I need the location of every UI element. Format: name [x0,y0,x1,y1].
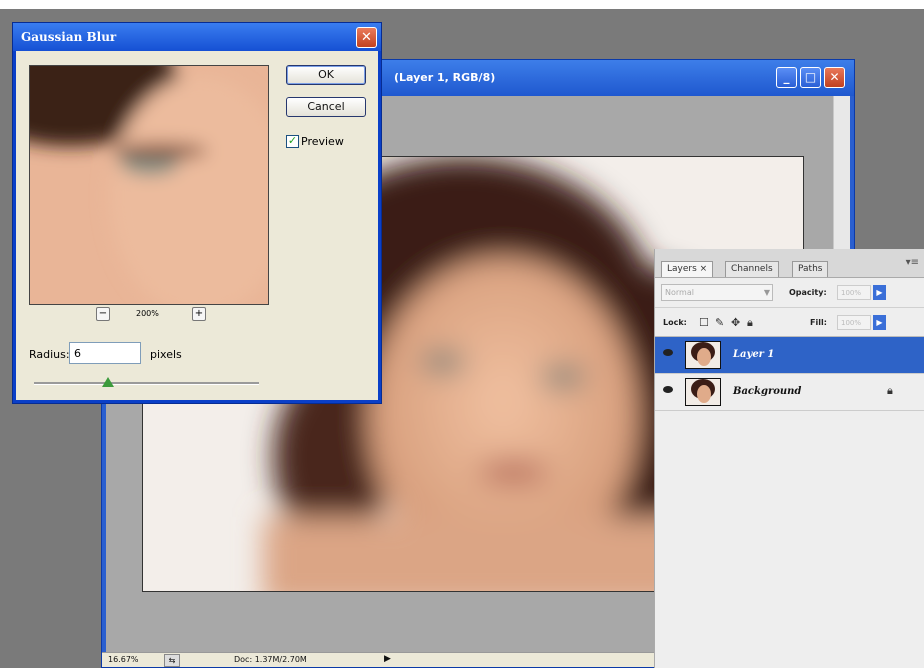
blend-mode-select[interactable]: Normal ▼ [661,284,773,301]
preview-label: Preview [301,135,344,148]
dialog-titlebar[interactable]: Gaussian Blur ✕ [13,23,381,51]
portrait-thumbnail-icon [686,379,720,405]
blend-mode-value: Normal [665,288,694,297]
fill-label: Fill: [810,318,827,327]
chevron-down-icon: ▼ [763,288,770,297]
tab-channels[interactable]: Channels [725,261,779,277]
layer-name[interactable]: Background [733,386,801,397]
opacity-arrow-icon[interactable]: ▶ [873,285,886,300]
panel-tabs: Layers × Channels Paths ▾≡ [655,249,924,278]
layer-thumbnail [685,378,721,406]
cancel-button[interactable]: Cancel [286,97,366,117]
status-arrow-icon[interactable]: ▶ [384,654,391,664]
panel-menu-icon[interactable]: ▾≡ [906,257,919,268]
minimize-button[interactable]: _ [776,67,797,88]
layer-row-background[interactable]: Background 🔒︎ [655,374,924,411]
lock-icon: 🔒︎ [887,384,893,397]
radius-input[interactable] [69,342,141,364]
checkbox-icon[interactable]: ✓ [286,135,299,148]
preview-zoom-controls: − 200% + [96,307,226,323]
opacity-field[interactable]: 100% [837,285,871,300]
lock-move-icon[interactable]: ✥ [731,316,740,329]
opacity-label: Opacity: [789,288,827,297]
eye-icon[interactable] [663,386,673,393]
zoom-out-icon[interactable]: − [96,307,110,321]
preview-image [30,66,268,304]
layer-name[interactable]: Layer 1 [733,349,774,360]
ok-button[interactable]: OK [286,65,366,85]
eye-icon[interactable] [663,349,673,356]
portrait-thumbnail-icon [686,342,720,368]
zoom-level: 200% [136,309,159,318]
dialog-body: − 200% + OK Cancel ✓ Preview Radius: pix… [16,51,378,400]
radius-label: Radius: [29,348,70,361]
zoom-readout[interactable]: 16.67% [108,655,139,664]
close-button[interactable]: ✕ [824,67,845,88]
close-icon: ✕ [829,70,840,84]
radius-slider-track[interactable] [34,382,259,385]
dialog-title: Gaussian Blur [21,30,117,44]
document-title: (Layer 1, RGB/8) [394,71,496,84]
blend-row: Normal ▼ Opacity: 100% ▶ [655,279,924,308]
blur-preview[interactable] [29,65,269,305]
fill-field[interactable]: 100% [837,315,871,330]
screen-top-strip [0,0,924,9]
close-icon: ✕ [361,30,372,45]
tab-layers[interactable]: Layers × [661,261,714,277]
radius-slider-thumb[interactable] [102,377,115,387]
maximize-icon: □ [804,70,817,84]
zoom-in-icon[interactable]: + [192,307,206,321]
radius-unit: pixels [150,348,182,361]
minimize-icon: _ [783,70,790,84]
lock-all-icon[interactable]: 🔒︎ [747,316,753,330]
layer-row-layer-1[interactable]: Layer 1 [655,337,924,374]
lock-paint-icon[interactable]: ✎ [715,316,724,329]
layers-panel: Layers × Channels Paths ▾≡ Normal ▼ Opac… [654,249,924,668]
doc-size-readout: Doc: 1.37M/2.70M [234,655,307,664]
maximize-button[interactable]: □ [800,67,821,88]
lock-row: Lock: ☐ ✎ ✥ 🔒︎ Fill: 100% ▶ [655,308,924,337]
layer-thumbnail [685,341,721,369]
status-menu-icon[interactable]: ⇆ [164,654,180,667]
lock-label: Lock: [663,318,687,327]
tab-paths[interactable]: Paths [792,261,829,277]
gaussian-blur-dialog: Gaussian Blur ✕ − 200% + OK Cancel ✓ Pre… [12,22,382,404]
dialog-close-button[interactable]: ✕ [356,27,377,48]
fill-arrow-icon[interactable]: ▶ [873,315,886,330]
lock-transparent-icon[interactable]: ☐ [699,316,709,329]
